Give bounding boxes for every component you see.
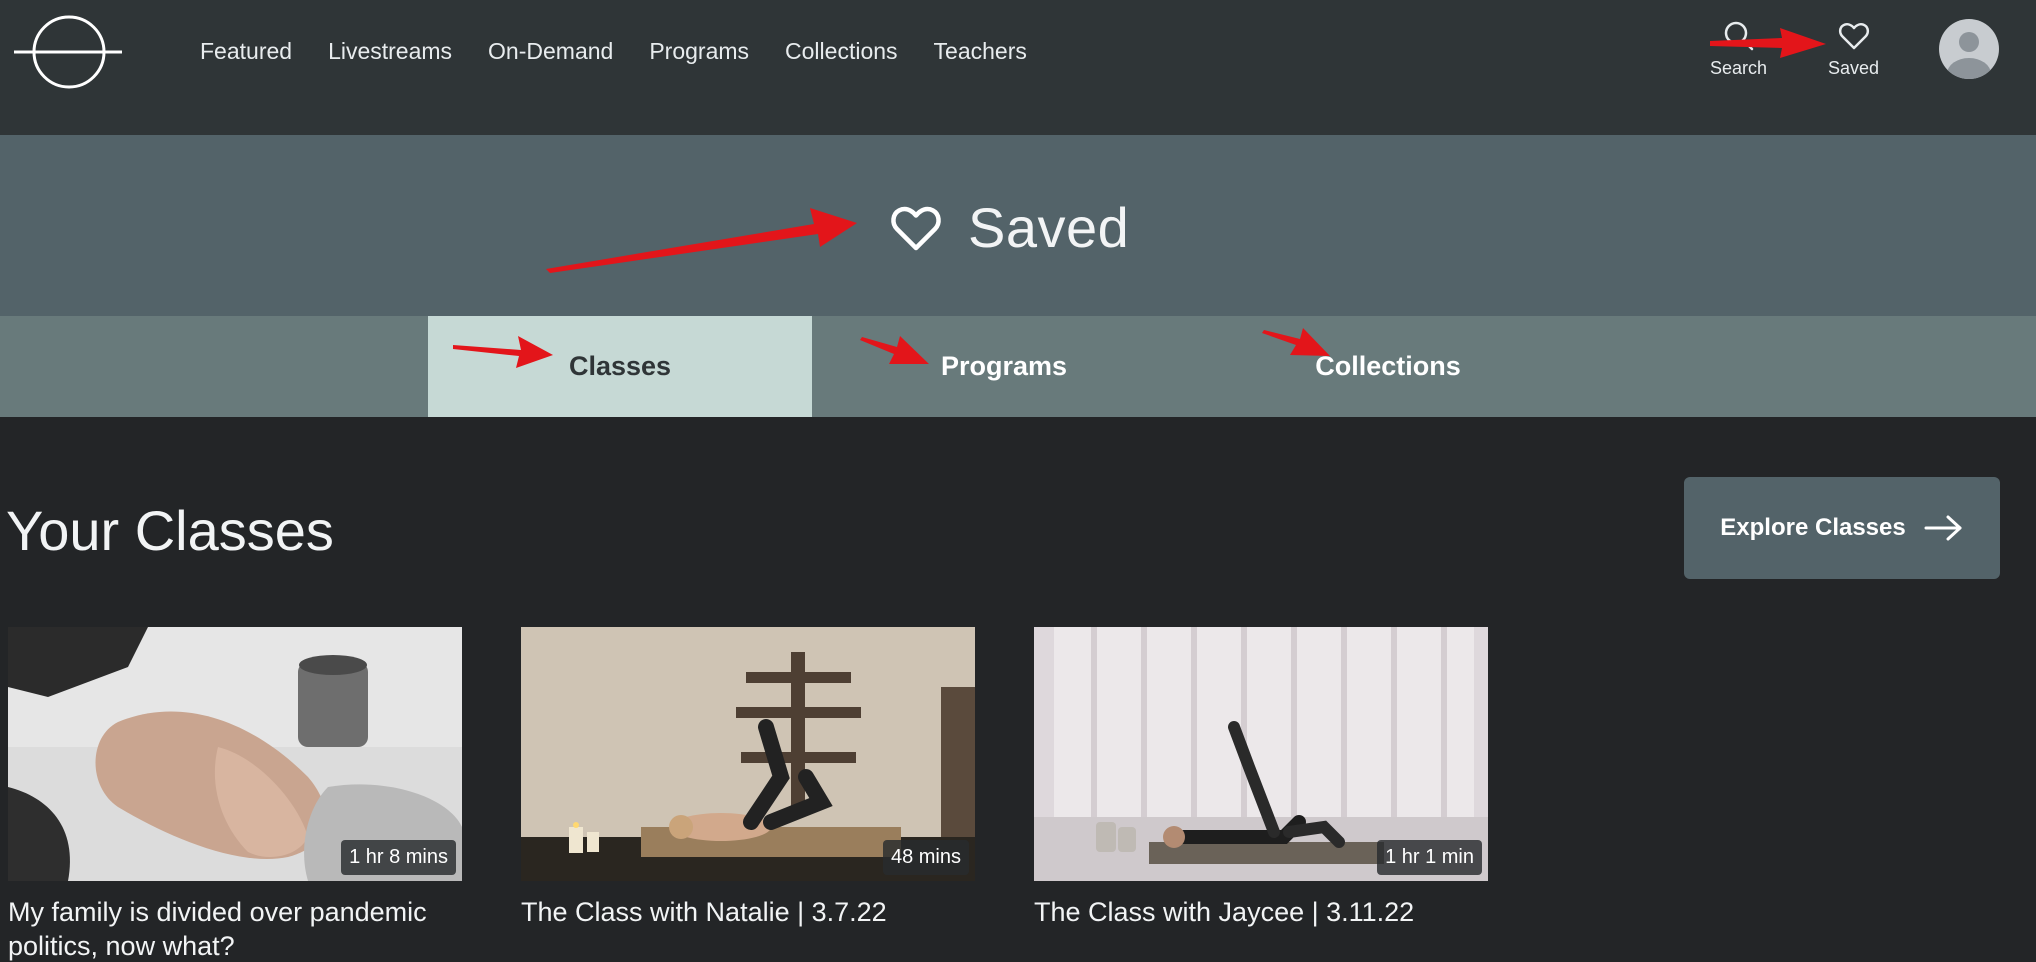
nav-programs[interactable]: Programs: [649, 38, 749, 65]
class-title[interactable]: My family is divided over pandemic polit…: [8, 895, 462, 962]
user-icon: [1947, 32, 1991, 79]
top-nav: Featured Livestreams On-Demand Programs …: [0, 0, 2036, 135]
avatar[interactable]: [1939, 19, 1999, 79]
saved-hero: Saved: [0, 135, 2036, 316]
class-title[interactable]: The Class with Natalie | 3.7.22: [521, 895, 975, 929]
heart-icon: [891, 206, 941, 250]
tab-collections[interactable]: Collections: [1196, 316, 1580, 417]
explore-classes-label: Explore Classes: [1720, 514, 1906, 541]
main-nav: Featured Livestreams On-Demand Programs …: [200, 38, 1063, 65]
arrow-right-icon: [1924, 515, 1962, 541]
duration-badge: 1 hr 8 mins: [341, 840, 456, 875]
class-thumbnail[interactable]: 48 mins: [521, 627, 975, 881]
class-title[interactable]: The Class with Jaycee | 3.11.22: [1034, 895, 1488, 929]
page-title-text: Saved: [968, 196, 1130, 259]
nav-livestreams[interactable]: Livestreams: [328, 38, 452, 65]
saved-button[interactable]: Saved: [1828, 20, 1879, 79]
tab-programs[interactable]: Programs: [812, 316, 1196, 417]
tab-classes[interactable]: Classes: [428, 316, 812, 417]
saved-label: Saved: [1828, 58, 1880, 78]
class-thumbnail[interactable]: 1 hr 1 min: [1034, 627, 1488, 881]
search-icon: [1724, 21, 1753, 51]
page-title: Saved: [890, 195, 1129, 260]
nav-on-demand[interactable]: On-Demand: [488, 38, 613, 65]
class-card[interactable]: 48 mins The Class with Natalie | 3.7.22: [521, 627, 975, 929]
duration-badge: 48 mins: [882, 840, 969, 875]
search-label: Search: [1710, 58, 1768, 78]
section-title: Your Classes: [6, 499, 334, 562]
saved-tabs: Classes Programs Collections: [0, 316, 2036, 417]
class-thumbnail[interactable]: 1 hr 8 mins: [8, 627, 462, 881]
nav-collections[interactable]: Collections: [785, 38, 898, 65]
logo-icon[interactable]: [14, 14, 124, 90]
class-card[interactable]: 1 hr 8 mins My family is divided over pa…: [8, 627, 462, 962]
heart-icon: [1838, 23, 1869, 50]
search-button[interactable]: Search: [1710, 20, 1767, 79]
nav-teachers[interactable]: Teachers: [934, 38, 1027, 65]
class-card[interactable]: 1 hr 1 min The Class with Jaycee | 3.11.…: [1034, 627, 1488, 929]
duration-badge: 1 hr 1 min: [1377, 840, 1482, 875]
explore-classes-button[interactable]: Explore Classes: [1684, 477, 2000, 579]
nav-featured[interactable]: Featured: [200, 38, 292, 65]
